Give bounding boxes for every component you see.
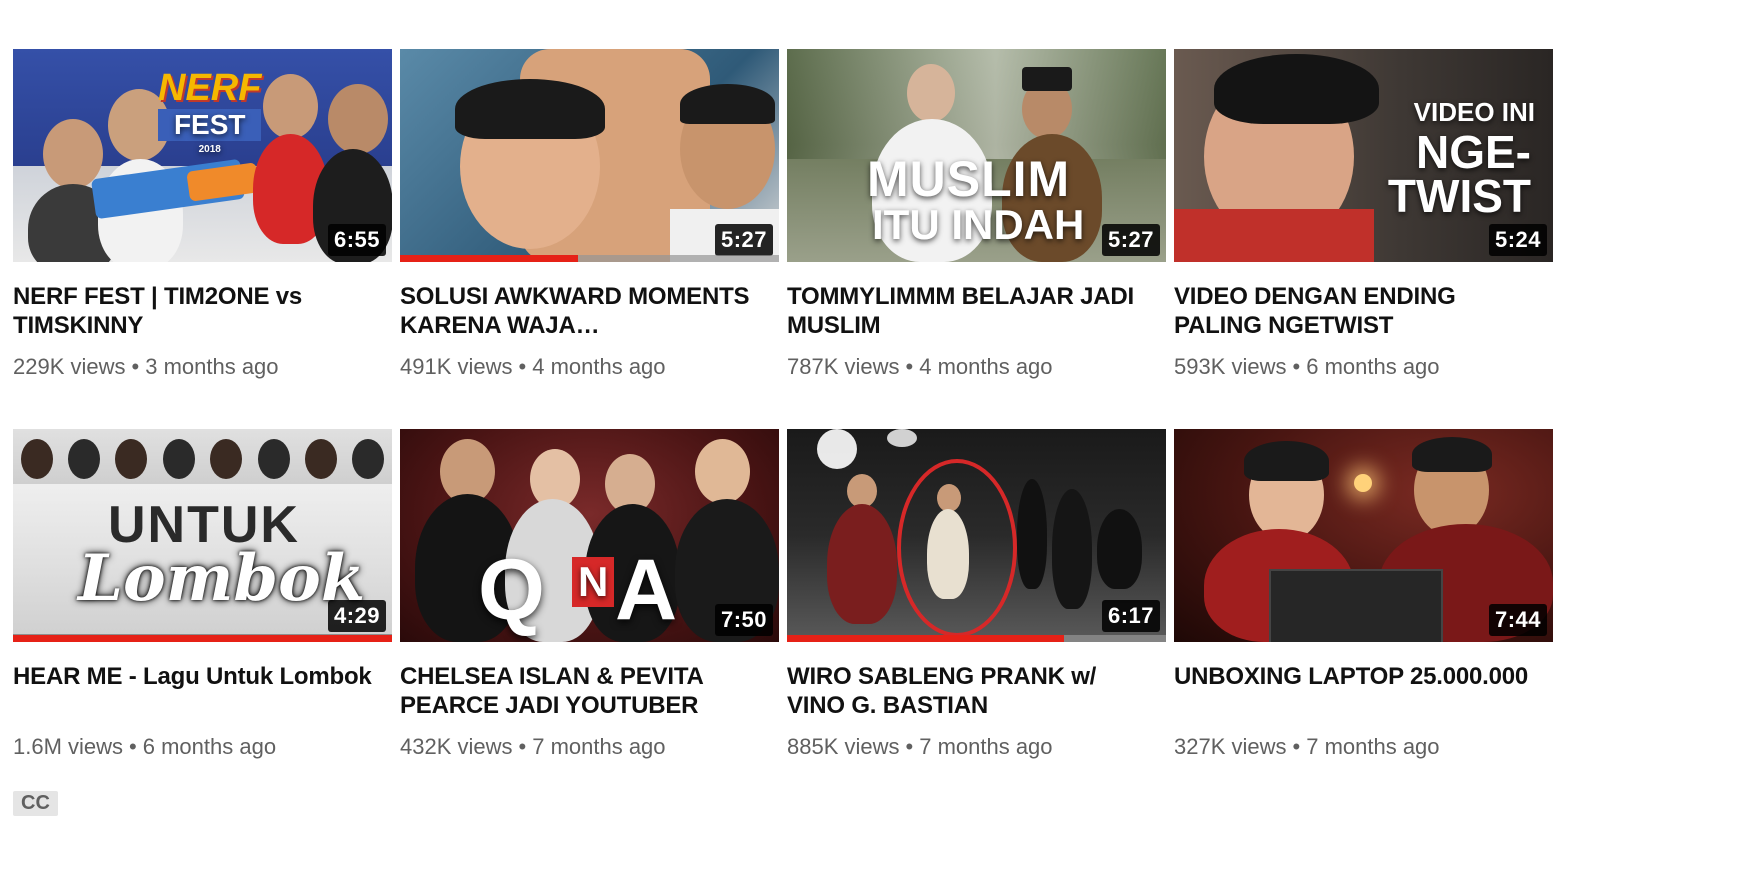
video-card[interactable]: MUSLIM ITU INDAH 5:27 TOMMYLIMMM BELAJAR…	[787, 49, 1166, 429]
meta-separator: •	[518, 734, 527, 759]
video-thumbnail[interactable]: NERF FEST 2018 6:55	[13, 49, 392, 262]
video-title[interactable]: UNBOXING LAPTOP 25.000.000	[1174, 662, 1534, 720]
meta-separator: •	[1292, 354, 1301, 379]
video-duration: 6:17	[1101, 600, 1160, 632]
video-meta: 885K views • 7 months ago	[787, 734, 1166, 760]
video-title[interactable]: SOLUSI AWKWARD MOMENTS KARENA WAJA…	[400, 282, 760, 340]
upload-age: 3 months ago	[145, 354, 279, 379]
video-meta: 327K views • 7 months ago	[1174, 734, 1553, 760]
upload-age: 7 months ago	[532, 734, 666, 759]
video-meta: 787K views • 4 months ago	[787, 354, 1166, 380]
closed-captions-badge: CC	[13, 791, 58, 816]
video-duration: 6:55	[327, 224, 386, 256]
view-count: 229K views	[13, 354, 126, 379]
video-thumbnail[interactable]: Q N A 7:50	[400, 429, 779, 642]
video-thumbnail[interactable]: MUSLIM ITU INDAH 5:27	[787, 49, 1166, 262]
video-meta: 1.6M views • 6 months ago	[13, 734, 392, 760]
video-duration: 7:50	[714, 604, 773, 636]
video-thumbnail[interactable]: 5:27	[400, 49, 779, 262]
view-count: 327K views	[1174, 734, 1287, 759]
video-duration: 5:27	[714, 224, 773, 256]
video-title[interactable]: CHELSEA ISLAN & PEVITA PEARCE JADI YOUTU…	[400, 662, 760, 720]
thumbnail-logo: NERF FEST 2018	[158, 67, 262, 155]
thumbnail-letter-q: Q	[478, 542, 545, 638]
video-thumbnail[interactable]: 7:44	[1174, 429, 1553, 642]
meta-separator: •	[905, 734, 914, 759]
video-title[interactable]: WIRO SABLENG PRANK w/ VINO G. BASTIAN	[787, 662, 1147, 720]
video-thumbnail[interactable]: VIDEO INI NGE- TWIST 5:24	[1174, 49, 1553, 262]
video-thumbnail[interactable]: UNTUK Lombok 4:29	[13, 429, 392, 642]
video-title[interactable]: NERF FEST | TIM2ONE vs TIMSKINNY	[13, 282, 373, 340]
video-title[interactable]: HEAR ME - Lagu Untuk Lombok	[13, 662, 373, 720]
upload-age: 7 months ago	[1306, 734, 1440, 759]
meta-separator: •	[131, 354, 140, 379]
video-card[interactable]: 7:44 UNBOXING LAPTOP 25.000.000 327K vie…	[1174, 429, 1553, 809]
video-card[interactable]: 5:27 SOLUSI AWKWARD MOMENTS KARENA WAJA……	[400, 49, 779, 429]
watch-progress-bar	[400, 255, 779, 262]
video-meta: 593K views • 6 months ago	[1174, 354, 1553, 380]
thumbnail-title-text: MUSLIM	[867, 151, 1071, 207]
thumbnail-text-line-1: VIDEO INI	[1413, 97, 1535, 127]
thumbnail-letter-n: N	[572, 557, 615, 607]
view-count: 1.6M views	[13, 734, 124, 759]
upload-age: 4 months ago	[919, 354, 1053, 379]
video-card[interactable]: Q N A 7:50 CHELSEA ISLAN & PEVITA PEARCE…	[400, 429, 779, 809]
video-card[interactable]: NERF FEST 2018 6:55 NERF FEST | TIM2ONE …	[13, 49, 392, 429]
video-card[interactable]: UNTUK Lombok 4:29 HEAR ME - Lagu Untuk L…	[13, 429, 392, 816]
watch-progress-bar	[13, 635, 392, 642]
view-count: 491K views	[400, 354, 513, 379]
video-grid: NERF FEST 2018 6:55 NERF FEST | TIM2ONE …	[13, 49, 1553, 816]
watch-progress-fill	[13, 635, 392, 642]
video-duration: 5:27	[1101, 224, 1160, 256]
watch-progress-fill	[787, 635, 1064, 642]
meta-separator: •	[1292, 734, 1301, 759]
view-count: 885K views	[787, 734, 900, 759]
meta-separator: •	[129, 734, 137, 759]
upload-age: 7 months ago	[919, 734, 1053, 759]
view-count: 593K views	[1174, 354, 1287, 379]
video-title[interactable]: TOMMYLIMMM BELAJAR JADI MUSLIM	[787, 282, 1147, 340]
video-thumbnail[interactable]: 6:17	[787, 429, 1166, 642]
video-meta: 491K views • 4 months ago	[400, 354, 779, 380]
video-duration: 5:24	[1488, 224, 1547, 256]
video-meta: 229K views • 3 months ago	[13, 354, 392, 380]
meta-separator: •	[905, 354, 914, 379]
upload-age: 6 months ago	[1306, 354, 1440, 379]
watch-progress-bar	[787, 635, 1166, 642]
video-card[interactable]: VIDEO INI NGE- TWIST 5:24 VIDEO DENGAN E…	[1174, 49, 1553, 429]
video-duration: 7:44	[1488, 604, 1547, 636]
video-card[interactable]: 6:17 WIRO SABLENG PRANK w/ VINO G. BASTI…	[787, 429, 1166, 809]
thumbnail-script-text: Lombok	[78, 541, 366, 616]
upload-age: 6 months ago	[142, 734, 277, 759]
thumbnail-text-line-3: TWIST	[1387, 170, 1531, 222]
thumbnail-letter-a: A	[615, 542, 678, 638]
thumbnail-text-line-2: NGE-	[1416, 126, 1531, 178]
video-meta: 432K views • 7 months ago	[400, 734, 779, 760]
video-title[interactable]: VIDEO DENGAN ENDING PALING NGETWIST	[1174, 282, 1534, 340]
thumbnail-subtitle-text: ITU INDAH	[872, 201, 1085, 248]
view-count: 787K views	[787, 354, 900, 379]
watch-progress-fill	[400, 255, 579, 262]
view-count: 432K views	[400, 734, 513, 759]
meta-separator: •	[518, 354, 527, 379]
upload-age: 4 months ago	[532, 354, 666, 379]
video-duration: 4:29	[327, 600, 386, 632]
